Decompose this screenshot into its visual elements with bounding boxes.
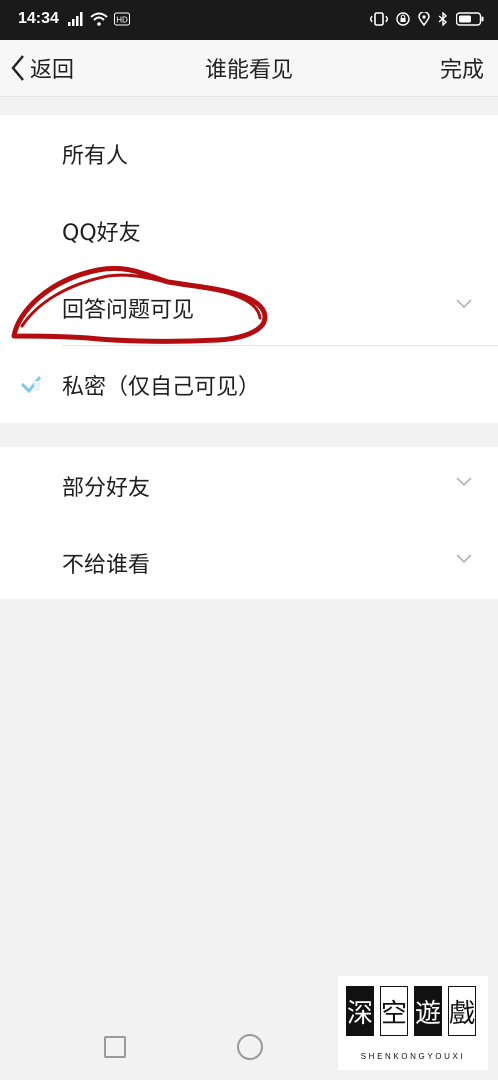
watermark-logo: 深 空 遊 戲 SHENKONGYOUXI bbox=[338, 976, 488, 1070]
chevron-down-icon bbox=[456, 477, 472, 487]
check-icon bbox=[20, 376, 42, 394]
visibility-options-group-1: 所有人 QQ好友 回答问题可见 私密（仅自己可见） bbox=[0, 115, 498, 423]
battery-icon bbox=[456, 12, 484, 26]
vibrate-icon bbox=[370, 12, 388, 26]
watermark-text: SHENKONGYOUXI bbox=[360, 1052, 466, 1061]
watermark-char: 深 bbox=[346, 986, 374, 1036]
status-time: 14:34 bbox=[18, 10, 59, 27]
option-label: 所有人 bbox=[62, 143, 129, 169]
bluetooth-icon bbox=[438, 12, 448, 26]
option-private[interactable]: 私密（仅自己可见） bbox=[0, 346, 498, 423]
location-icon bbox=[418, 12, 430, 26]
wifi-icon bbox=[90, 12, 108, 26]
option-label: 部分好友 bbox=[62, 475, 151, 501]
watermark-char: 遊 bbox=[414, 986, 442, 1036]
option-qq-friends[interactable]: QQ好友 bbox=[0, 192, 498, 269]
watermark-chars: 深 空 遊 戲 bbox=[346, 986, 476, 1036]
option-some-friends[interactable]: 部分好友 bbox=[0, 447, 498, 524]
status-left-icons: HD bbox=[68, 12, 130, 26]
hd-icon: HD bbox=[114, 12, 130, 26]
page-title: 谁能看见 bbox=[204, 58, 293, 83]
option-label: 不给谁看 bbox=[62, 552, 151, 578]
option-answer-question[interactable]: 回答问题可见 bbox=[0, 269, 498, 346]
lock-icon bbox=[396, 12, 410, 26]
svg-text:HD: HD bbox=[116, 16, 128, 25]
recent-apps-button[interactable] bbox=[104, 1036, 126, 1058]
option-label: 私密（仅自己可见） bbox=[62, 374, 261, 400]
status-bar: 14:34 HD bbox=[0, 0, 498, 40]
option-label: QQ好友 bbox=[62, 220, 141, 246]
option-everyone[interactable]: 所有人 bbox=[0, 115, 498, 192]
home-button[interactable] bbox=[237, 1034, 263, 1060]
signal-icon bbox=[68, 12, 83, 26]
option-label: 回答问题可见 bbox=[62, 297, 195, 323]
watermark-char: 空 bbox=[380, 986, 408, 1036]
chevron-down-icon bbox=[456, 299, 472, 309]
chevron-down-icon bbox=[456, 554, 472, 564]
option-hide-from[interactable]: 不给谁看 bbox=[0, 524, 498, 601]
nav-bar: 返回 谁能看见 完成 bbox=[0, 40, 498, 97]
visibility-options-group-2: 部分好友 不给谁看 bbox=[0, 447, 498, 599]
done-button[interactable]: 完成 bbox=[440, 52, 484, 84]
watermark-char: 戲 bbox=[448, 986, 476, 1036]
status-right-icons bbox=[370, 12, 484, 26]
